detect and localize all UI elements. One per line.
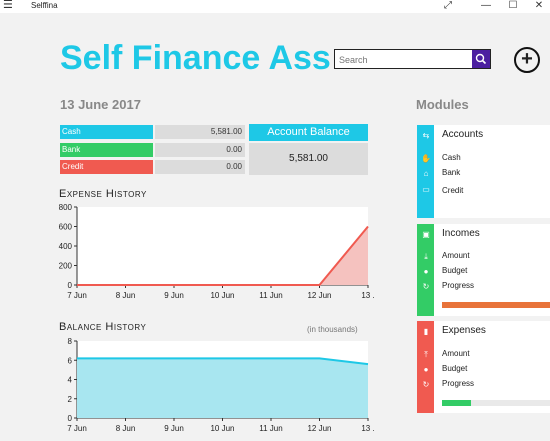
x-tick-label: 8 Jun: [116, 291, 136, 300]
module-title-incomes: Incomes: [442, 228, 480, 239]
search-button[interactable]: [472, 50, 490, 68]
progress-icon: ↻: [422, 380, 430, 389]
x-tick-label: 10 Jun: [210, 424, 234, 433]
trash-icon: ▮: [423, 327, 429, 336]
module-item-progress[interactable]: Progress: [442, 281, 474, 290]
x-tick-label: 11 Jun: [259, 291, 282, 300]
current-date: 13 June 2017: [60, 97, 141, 112]
x-tick-label: 12 Jun: [307, 291, 331, 300]
x-tick-label: 7 Jun: [67, 291, 87, 300]
module-card-accounts[interactable]: ⇆ Accounts ✋ Cash ⌂ Bank ▭ Credit: [417, 125, 550, 218]
expense-progress-fill: [442, 400, 472, 406]
search-input[interactable]: [335, 51, 477, 69]
minimize-button[interactable]: —: [474, 0, 498, 13]
hamburger-icon[interactable]: ☰: [3, 0, 13, 12]
x-tick-label: 13 .: [361, 291, 374, 300]
account-value-credit: 0.00: [155, 160, 245, 174]
x-tick-label: 13 .: [361, 424, 374, 433]
maximize-button[interactable]: ☐: [501, 0, 525, 13]
account-balance-header: Account Balance: [249, 124, 368, 141]
y-tick-label: 200: [59, 262, 73, 271]
download-icon: ⤓: [424, 252, 428, 261]
module-title-accounts: Accounts: [442, 129, 484, 140]
income-progress-fill: [442, 302, 550, 308]
module-item-budget[interactable]: Budget: [442, 266, 467, 275]
modules-heading: Modules: [416, 97, 469, 112]
search-icon: [475, 53, 487, 65]
expense-history-chart: 0 200 400 600 800 7 Jun 8 Jun 9 Jun 10 Jun 11 Jun…: [59, 203, 375, 300]
module-item-budget[interactable]: Budget: [442, 364, 467, 373]
cash-icon: ✋: [421, 154, 431, 163]
y-tick-label: 800: [59, 203, 73, 212]
module-item-credit[interactable]: Credit: [442, 186, 463, 195]
upload-icon: ⤒: [424, 350, 428, 359]
y-tick-label: 400: [59, 242, 73, 251]
module-title-expenses: Expenses: [442, 325, 486, 336]
add-button[interactable]: +: [514, 47, 540, 73]
account-label-bank[interactable]: Bank: [60, 143, 153, 157]
expense-history-title: Expense History: [59, 188, 147, 200]
account-value-cash: 5,581.00: [155, 125, 245, 139]
module-item-amount[interactable]: Amount: [442, 251, 470, 260]
y-tick-label: 4: [68, 376, 73, 385]
accounts-icon: ⇆: [422, 131, 430, 140]
search-box: [334, 49, 491, 69]
plot-area: [77, 207, 368, 285]
module-item-cash[interactable]: Cash: [442, 153, 461, 162]
module-card-incomes[interactable]: ▣ Incomes ⤓ Amount ● Budget ↻ Progress: [417, 224, 550, 316]
y-tick-label: 0: [68, 414, 73, 423]
account-balance-value: 5,581.00: [249, 143, 368, 175]
series-area: [77, 358, 368, 418]
x-tick-label: 12 Jun: [307, 424, 331, 433]
bank-icon: ⌂: [423, 169, 429, 178]
x-tick-label: 11 Jun: [259, 424, 282, 433]
app-hero-title: Self Finance Assi: [60, 39, 332, 77]
credit-card-icon: ▭: [422, 185, 430, 194]
account-label-cash[interactable]: Cash: [60, 125, 153, 139]
y-tick-label: 0: [68, 281, 73, 290]
title-bar: [0, 0, 550, 13]
module-card-expenses[interactable]: ▮ Expenses ⤒ Amount ● Budget ↻ Progress: [417, 321, 550, 413]
account-value-bank: 0.00: [155, 143, 245, 157]
y-tick-label: 8: [68, 337, 73, 346]
window-title: Selffina: [31, 1, 58, 10]
money-bag-icon: ●: [423, 267, 429, 276]
balance-history-note: (in thousands): [307, 325, 358, 334]
money-bag-icon: ●: [423, 365, 429, 374]
account-label-credit[interactable]: Credit: [60, 160, 153, 174]
y-tick-label: 600: [59, 223, 73, 232]
x-tick-label: 10 Jun: [210, 291, 234, 300]
y-tick-label: 6: [68, 356, 73, 365]
incomes-icon: ▣: [422, 230, 430, 239]
expense-progress-bar: [442, 400, 550, 406]
x-tick-label: 9 Jun: [164, 291, 184, 300]
module-item-progress[interactable]: Progress: [442, 379, 474, 388]
x-tick-label: 8 Jun: [116, 424, 136, 433]
y-tick-label: 2: [68, 395, 73, 404]
balance-history-chart: 0 2 4 6 8 7 Jun 8 Jun 9 Jun 10 Jun 11 Jun 12 Jun 13…: [67, 337, 374, 433]
module-item-bank[interactable]: Bank: [442, 168, 460, 177]
x-tick-label: 9 Jun: [164, 424, 184, 433]
module-item-amount[interactable]: Amount: [442, 349, 470, 358]
progress-icon: ↻: [422, 282, 430, 291]
fullscreen-icon[interactable]: ⤢: [436, 0, 460, 13]
x-tick-label: 7 Jun: [67, 424, 87, 433]
balance-history-title: Balance History: [59, 321, 147, 333]
income-progress-bar: [442, 302, 550, 308]
close-button[interactable]: ✕: [527, 0, 550, 13]
